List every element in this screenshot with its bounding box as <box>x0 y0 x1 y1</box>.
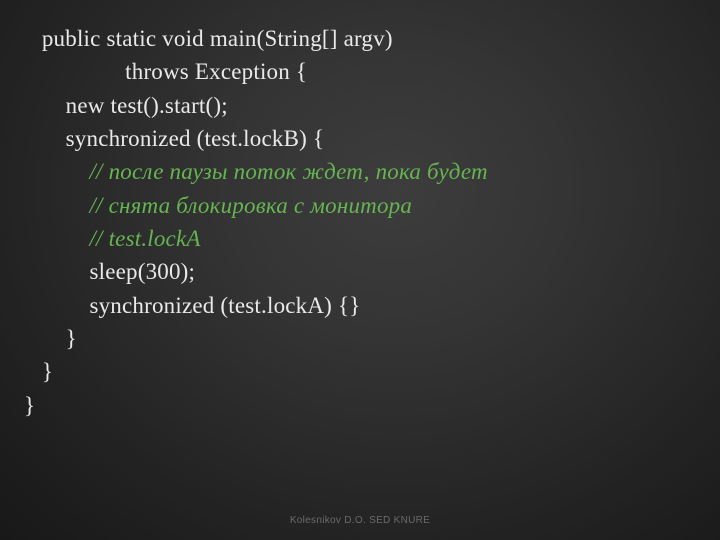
code-line: public static void main(String[] argv) <box>24 22 700 55</box>
slide: public static void main(String[] argv) t… <box>0 0 720 540</box>
code-comment: // test.lockA <box>24 222 700 255</box>
code-line: sleep(300); <box>24 255 700 288</box>
code-comment: // после паузы поток ждет, пока будет <box>24 155 700 188</box>
code-line: } <box>24 355 700 388</box>
code-comment: // снята блокировка с монитора <box>24 189 700 222</box>
code-line: new test().start(); <box>24 89 700 122</box>
code-line: synchronized (test.lockB) { <box>24 122 700 155</box>
footer-text: Kolesnikov D.O. SED KNURE <box>0 515 720 526</box>
code-line: } <box>24 322 700 355</box>
code-block: public static void main(String[] argv) t… <box>24 22 700 422</box>
code-line: throws Exception { <box>24 55 700 88</box>
code-line: } <box>24 389 700 422</box>
code-line: synchronized (test.lockA) {} <box>24 289 700 322</box>
